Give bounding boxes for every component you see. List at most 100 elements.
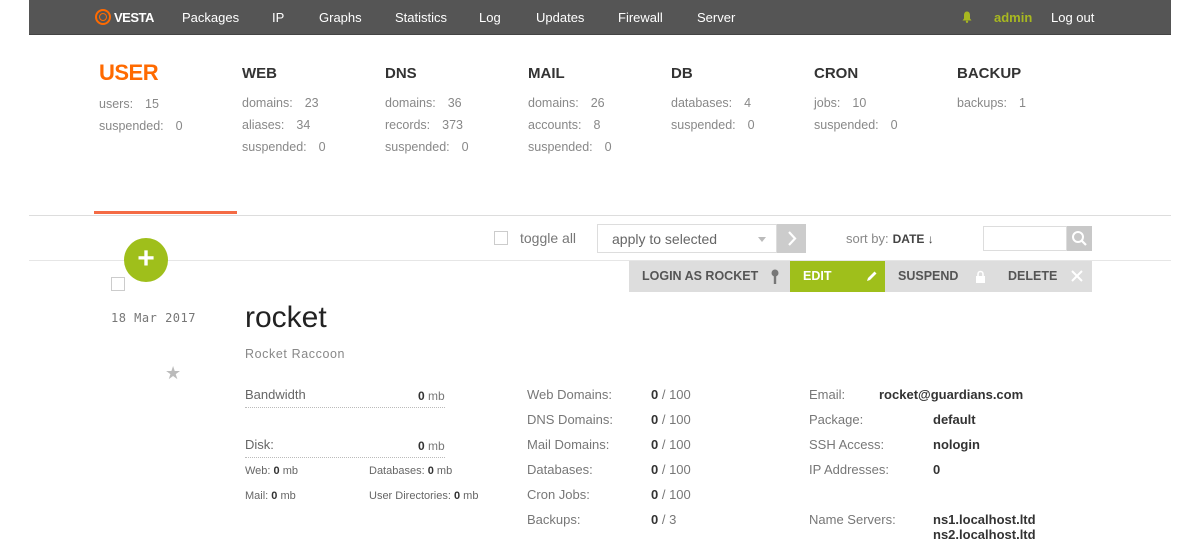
- email-label: Email:: [809, 387, 846, 402]
- stat-row: suspended: 0: [528, 140, 612, 154]
- disk-web: Web: 0 mb: [245, 465, 299, 477]
- limit-label: Backups:: [527, 512, 581, 527]
- add-user-button[interactable]: +: [124, 238, 168, 282]
- disk-databases: Databases: 0 mb: [369, 465, 453, 477]
- created-date: 18 Mar 2017: [111, 311, 196, 325]
- bandwidth-label: Bandwidth: [245, 387, 306, 402]
- sort-field: DATE ↓: [892, 232, 934, 246]
- limit-label: DNS Domains:: [527, 412, 613, 427]
- nav-graphs[interactable]: Graphs: [319, 10, 362, 25]
- email-value: rocket@guardians.com: [879, 387, 1024, 402]
- nav-server[interactable]: Server: [697, 10, 735, 25]
- limit-value: 0 / 100: [651, 412, 691, 427]
- stat-title: MAIL: [528, 65, 565, 82]
- stat-row: suspended: 0: [385, 140, 469, 154]
- limit-label: Web Domains:: [527, 387, 613, 402]
- edit-label: EDIT: [803, 269, 832, 283]
- stat-title: BACKUP: [957, 65, 1022, 82]
- limit-label: Databases:: [527, 462, 593, 477]
- suspend-label: SUSPEND: [898, 269, 959, 283]
- package-label: Package:: [809, 412, 864, 427]
- sort-by-control[interactable]: sort by: DATE ↓: [846, 231, 934, 246]
- row-select-checkbox[interactable]: [111, 277, 125, 291]
- stat-title: DB: [671, 65, 693, 82]
- admin-user-link[interactable]: admin: [994, 10, 1032, 25]
- disk-bar: [245, 457, 445, 458]
- search-button[interactable]: [1067, 226, 1092, 251]
- star-icon[interactable]: ★: [165, 363, 181, 384]
- close-icon: [1071, 270, 1083, 282]
- logout-link[interactable]: Log out: [1051, 10, 1094, 25]
- stat-db[interactable]: DB databases: 4 suspended: 0: [671, 60, 755, 136]
- nav-log[interactable]: Log: [479, 10, 501, 25]
- caret-down-icon: [758, 237, 766, 242]
- ssh-label: SSH Access:: [809, 437, 885, 452]
- toggle-all-checkbox[interactable]: [494, 231, 508, 245]
- delete-label: DELETE: [1008, 269, 1058, 283]
- vesta-logo[interactable]: VESTA: [95, 9, 154, 25]
- disk-user-directories: User Directories: 0 mb: [369, 490, 479, 502]
- limit-label: Cron Jobs:: [527, 487, 590, 502]
- stat-dns[interactable]: DNS domains: 36 records: 373 suspended: 0: [385, 60, 469, 158]
- disk-label: Disk:: [245, 437, 274, 452]
- disk-value: 0 mb: [418, 439, 445, 453]
- vesta-logo-icon: [95, 9, 111, 25]
- chevron-right-icon: [788, 231, 797, 246]
- disk-mail: Mail: 0 mb: [245, 490, 296, 502]
- toggle-all-label[interactable]: toggle all: [520, 230, 576, 246]
- limit-value: 0 / 100: [651, 487, 691, 502]
- edit-button[interactable]: EDIT: [790, 261, 885, 292]
- nav-statistics[interactable]: Statistics: [395, 10, 447, 25]
- suspend-button[interactable]: SUSPEND: [885, 261, 995, 292]
- stat-title: DNS: [385, 65, 417, 82]
- user-name: rocket: [245, 301, 327, 334]
- stat-title: WEB: [242, 65, 277, 82]
- stat-row: accounts: 8: [528, 118, 601, 132]
- logo-text: VESTA: [114, 9, 154, 25]
- stat-mail[interactable]: MAIL domains: 26 accounts: 8 suspended: 0: [528, 60, 612, 158]
- nav-ip[interactable]: IP: [272, 10, 284, 25]
- stat-row: suspended: 0: [814, 118, 898, 132]
- stat-row: jobs: 10: [814, 96, 867, 110]
- limit-value: 0 / 100: [651, 387, 691, 402]
- nav-updates[interactable]: Updates: [536, 10, 584, 25]
- top-nav-bar: VESTA Packages IP Graphs Statistics Log …: [29, 0, 1171, 35]
- stat-row: suspended: 0: [242, 140, 326, 154]
- ip-value: 0: [933, 462, 941, 477]
- stat-web[interactable]: WEB domains: 23 aliases: 34 suspended: 0: [242, 60, 326, 158]
- sort-by-label: sort by:: [846, 231, 889, 246]
- search-icon: [1072, 231, 1087, 246]
- user-full-name: Rocket Raccoon: [245, 347, 346, 361]
- stat-user[interactable]: USER users: 15 suspended: 0: [99, 60, 183, 137]
- bandwidth-value: 0 mb: [418, 389, 445, 403]
- stat-row: suspended: 0: [671, 118, 755, 132]
- limit-label: Mail Domains:: [527, 437, 610, 452]
- stat-row: users: 15: [99, 97, 159, 111]
- stat-row: backups: 1: [957, 96, 1026, 110]
- name-server-1: ns1.localhost.ltd: [933, 512, 1036, 527]
- apply-to-selected-select[interactable]: apply to selected: [597, 224, 777, 253]
- stat-row: aliases: 34: [242, 118, 311, 132]
- stat-cron[interactable]: CRON jobs: 10 suspended: 0: [814, 60, 898, 136]
- ip-label: IP Addresses:: [809, 462, 889, 477]
- delete-button[interactable]: DELETE: [995, 261, 1092, 292]
- divider: [29, 215, 1171, 216]
- limit-value: 0 / 100: [651, 437, 691, 452]
- stat-row: databases: 4: [671, 96, 752, 110]
- key-icon: [771, 269, 779, 284]
- name-server-2: ns2.localhost.ltd: [933, 527, 1036, 542]
- active-tab-indicator: [94, 211, 237, 214]
- apply-button[interactable]: [777, 224, 806, 253]
- stat-row: domains: 23: [242, 96, 319, 110]
- lock-icon: [976, 270, 985, 283]
- bell-icon[interactable]: [962, 11, 972, 23]
- login-as-button[interactable]: LOGIN AS ROCKET: [629, 261, 790, 292]
- limit-value: 0 / 100: [651, 462, 691, 477]
- nav-firewall[interactable]: Firewall: [618, 10, 663, 25]
- nav-packages[interactable]: Packages: [182, 10, 239, 25]
- ssh-value: nologin: [933, 437, 980, 452]
- stat-backup[interactable]: BACKUP backups: 1: [957, 60, 1026, 114]
- stat-title: USER: [99, 60, 159, 85]
- search-input[interactable]: [983, 226, 1067, 251]
- package-value: default: [933, 412, 976, 427]
